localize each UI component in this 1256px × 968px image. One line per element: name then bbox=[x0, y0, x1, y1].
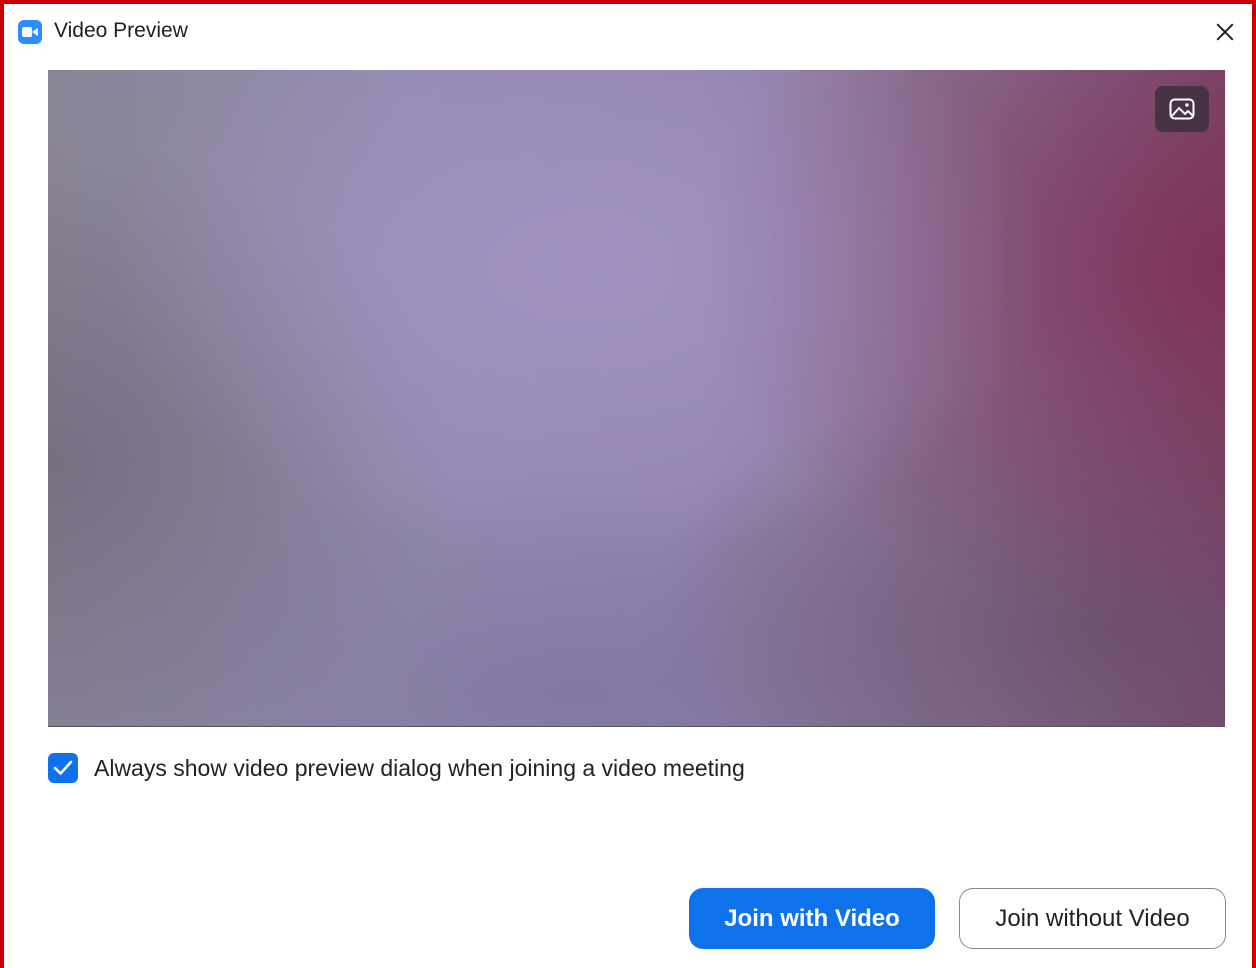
video-preview-area bbox=[48, 70, 1225, 727]
video-preview-dialog: Video Preview Always show video preview … bbox=[0, 0, 1256, 968]
join-without-video-button[interactable]: Join without Video bbox=[959, 888, 1226, 949]
checkmark-icon bbox=[53, 760, 73, 775]
zoom-camera-icon bbox=[18, 20, 42, 44]
always-show-preview-option[interactable]: Always show video preview dialog when jo… bbox=[48, 752, 745, 784]
always-show-preview-label: Always show video preview dialog when jo… bbox=[94, 754, 745, 781]
title-bar: Video Preview bbox=[4, 4, 1252, 60]
virtual-background-button[interactable] bbox=[1155, 86, 1209, 132]
always-show-preview-checkbox[interactable] bbox=[48, 753, 78, 783]
window-title: Video Preview bbox=[54, 19, 188, 42]
image-background-icon bbox=[1169, 98, 1195, 120]
join-with-video-button[interactable]: Join with Video bbox=[689, 888, 935, 949]
close-icon[interactable] bbox=[1206, 14, 1242, 50]
